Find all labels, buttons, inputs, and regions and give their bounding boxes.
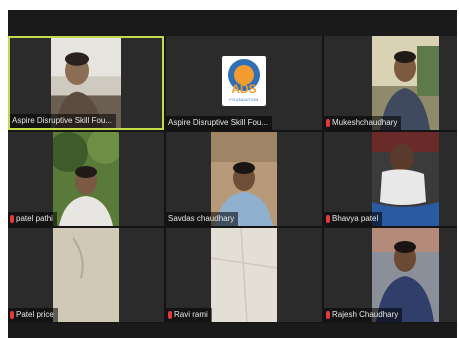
logo-subtext: FOUNDATION xyxy=(229,97,259,102)
bottom-bar xyxy=(8,323,457,338)
participant-name: Patel price xyxy=(16,310,54,319)
video-frame xyxy=(53,132,119,226)
video-frame xyxy=(53,228,119,322)
participant-name: patel pathi xyxy=(16,214,53,223)
logo-text: ADS xyxy=(231,82,257,96)
video-frame xyxy=(211,228,277,322)
muted-mic-icon xyxy=(326,119,330,127)
muted-mic-icon xyxy=(168,311,172,319)
participant-tile[interactable]: Aspire Disruptive Skill Fou... xyxy=(8,36,164,130)
muted-mic-icon xyxy=(326,215,330,223)
participant-tile[interactable]: ADS FOUNDATION Aspire Disruptive Skill F… xyxy=(166,36,322,130)
participant-tile[interactable]: Ravi rami xyxy=(166,228,322,322)
participant-name: Savdas chaudhary xyxy=(168,214,235,223)
participant-name: Bhavya patel xyxy=(332,214,379,223)
participant-tile[interactable]: Savdas chaudhary xyxy=(166,132,322,226)
muted-mic-icon xyxy=(326,311,330,319)
participant-name-bar: Mukeshchaudhary xyxy=(324,116,402,130)
participant-video xyxy=(53,132,119,226)
participant-name: Mukeshchaudhary xyxy=(332,118,398,127)
participant-name-bar: Bhavya patel xyxy=(324,212,383,226)
participant-tile[interactable]: patel pathi xyxy=(8,132,164,226)
participant-name-bar: Savdas chaudhary xyxy=(166,212,239,226)
participant-name: Aspire Disruptive Skill Fou... xyxy=(168,118,269,127)
participant-tile[interactable]: Patel price xyxy=(8,228,164,322)
participant-name-bar: Ravi rami xyxy=(166,308,212,322)
participant-tile[interactable]: Bhavya patel xyxy=(324,132,457,226)
participant-name-bar: Rajesh Chaudhary xyxy=(324,308,403,322)
muted-mic-icon xyxy=(10,215,14,223)
muted-mic-icon xyxy=(10,311,14,319)
participant-tile[interactable]: Rajesh Chaudhary xyxy=(324,228,457,322)
meeting-window: Aspire Disruptive Skill Fou... ADS FOUND… xyxy=(8,10,457,338)
participant-tile[interactable]: Mukeshchaudhary xyxy=(324,36,457,130)
participant-name-bar: Patel price xyxy=(8,308,58,322)
participant-name-bar: Aspire Disruptive Skill Fou... xyxy=(10,114,117,128)
participant-video xyxy=(211,228,277,322)
participant-name: Ravi rami xyxy=(174,310,208,319)
participant-name-bar: patel pathi xyxy=(8,212,57,226)
participant-name: Aspire Disruptive Skill Fou... xyxy=(12,116,113,125)
participant-video xyxy=(53,228,119,322)
participant-name-bar: Aspire Disruptive Skill Fou... xyxy=(166,116,273,130)
ads-logo: ADS FOUNDATION xyxy=(222,56,266,106)
top-bar xyxy=(8,10,457,36)
participant-name: Rajesh Chaudhary xyxy=(332,310,399,319)
